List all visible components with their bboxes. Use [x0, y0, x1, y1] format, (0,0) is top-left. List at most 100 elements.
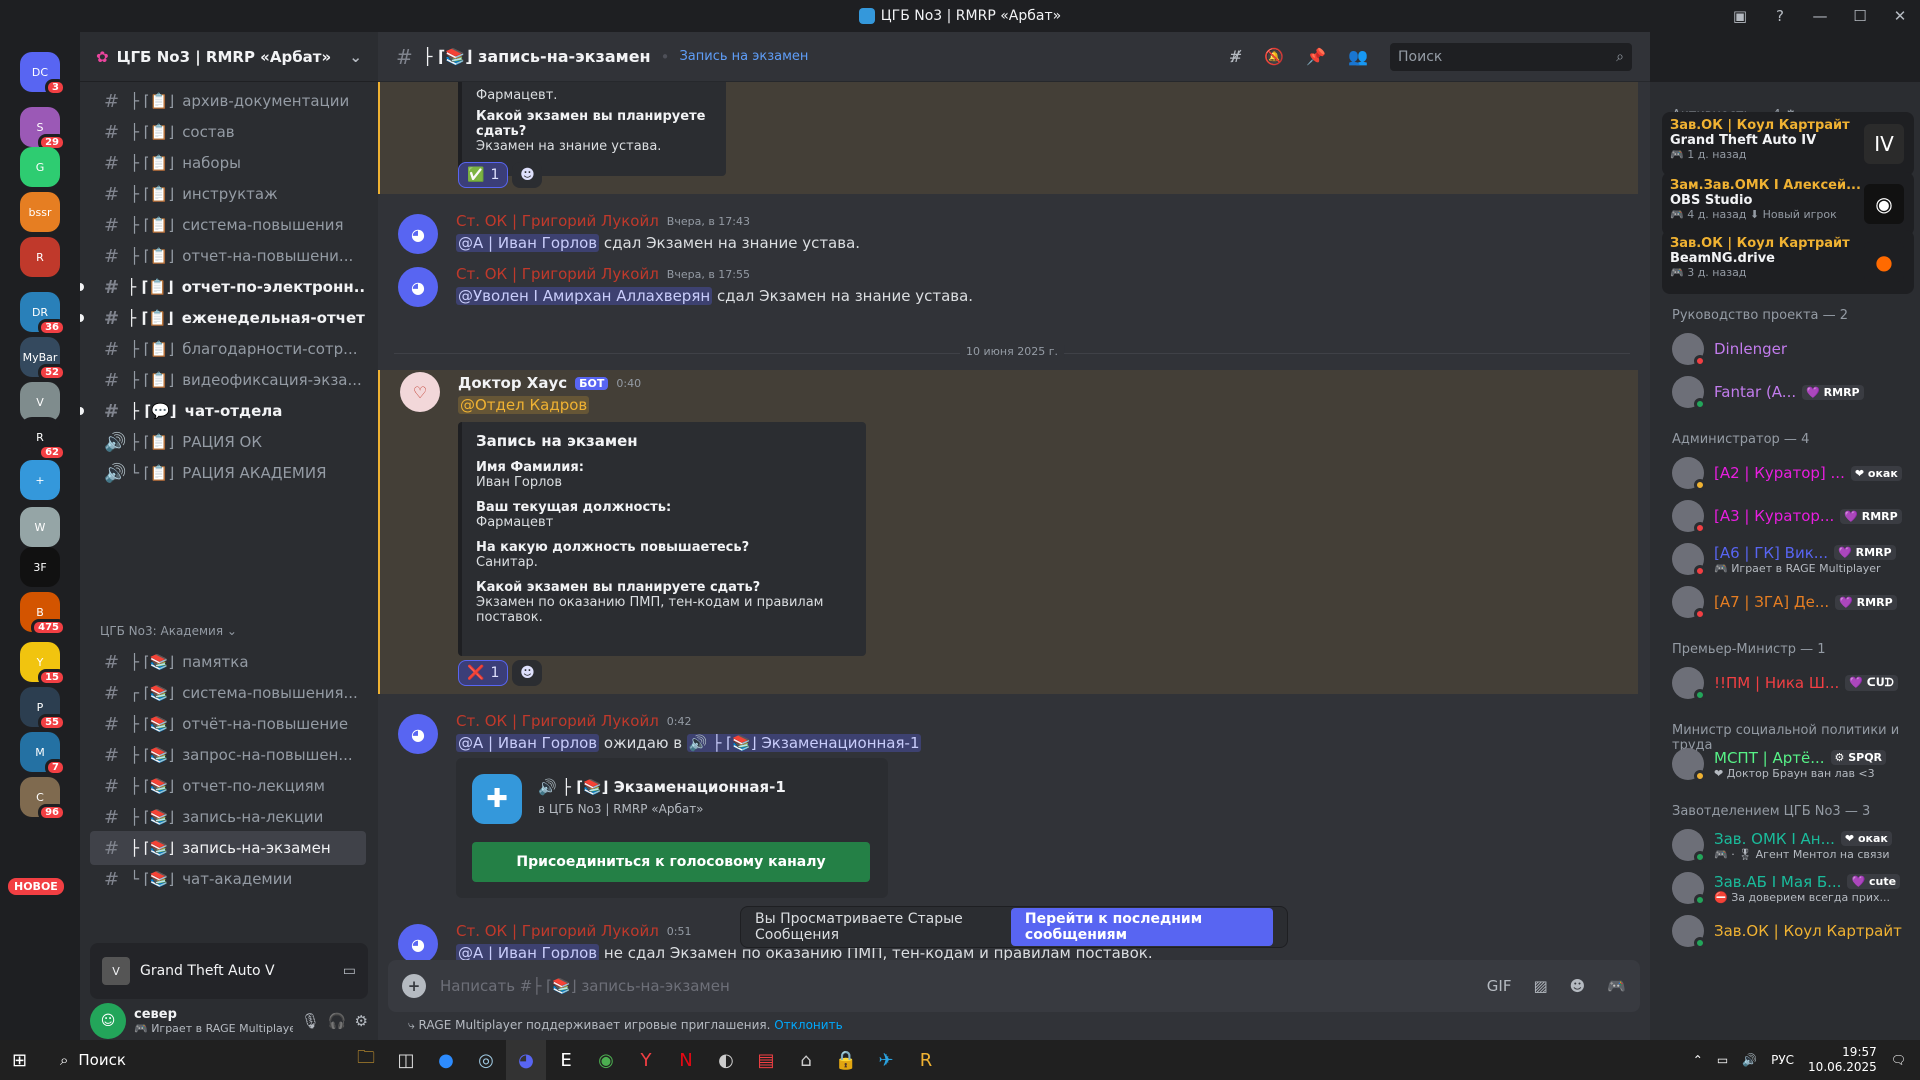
- channel-item[interactable]: # ├ ⌈📚⌋ отчет-по-лекциям: [90, 769, 366, 803]
- add-reaction-button[interactable]: ☻: [512, 660, 543, 686]
- threads-icon[interactable]: #̸: [1229, 47, 1242, 66]
- telegram-icon[interactable]: ✈: [866, 1040, 906, 1080]
- volume-icon[interactable]: 🔊: [1742, 1053, 1757, 1067]
- stream-icon[interactable]: ▭: [343, 963, 356, 979]
- discord-avatar[interactable]: ◕: [398, 214, 438, 254]
- message-author[interactable]: Ст. ОК | Григорий Лукойл: [456, 712, 659, 730]
- channel-item[interactable]: # ├ ⌈📋⌋ видеофиксация-экза...: [90, 363, 366, 397]
- discord-icon[interactable]: ◕: [506, 1040, 546, 1080]
- member-item[interactable]: Зав.АБ I Мая Б... 💜 cute ⛔ За доверием все…: [1672, 867, 1916, 909]
- new-badge[interactable]: НОВОЕ: [8, 878, 64, 895]
- add-attachment-icon[interactable]: +: [402, 974, 426, 998]
- channel-item[interactable]: # ├ ⌈💬⌋ чат-отдела: [90, 394, 366, 428]
- gif-icon[interactable]: GIF: [1487, 977, 1512, 995]
- notifications-icon[interactable]: 🔕: [1264, 47, 1284, 66]
- server-icon[interactable]: V: [20, 382, 60, 422]
- member-item[interactable]: Fantar (A... 💜 RMRP: [1672, 371, 1916, 413]
- steam-icon[interactable]: ◎: [466, 1040, 506, 1080]
- channel-item[interactable]: # ├ ⌈📋⌋ инструктаж: [90, 177, 366, 211]
- user-info[interactable]: север 🎮 Играет в RAGE Multiplayer: [134, 1007, 293, 1035]
- member-item[interactable]: [A2 | Куратор] ... ❤ окак: [1672, 452, 1916, 494]
- server-icon[interactable]: M7: [20, 732, 66, 776]
- channel-item[interactable]: # ├ ⌈📋⌋ благодарности-сотр...: [90, 332, 366, 366]
- channel-topic[interactable]: Запись на экзамен: [679, 49, 808, 64]
- channel-item[interactable]: # ├ ⌈📋⌋ система-повышения: [90, 208, 366, 242]
- member-item[interactable]: [A7 | ЗГА] Де... 💜 RMRP: [1672, 581, 1916, 623]
- user-mention[interactable]: @Уволен I Амирхан Аллахверян: [456, 287, 713, 305]
- member-item[interactable]: Зав.ОК | Коул Картрайт: [1672, 910, 1916, 952]
- emoji-icon[interactable]: ☻: [1570, 977, 1586, 995]
- taskbar-search[interactable]: ⌕ Поиск: [48, 1044, 338, 1076]
- server-icon[interactable]: +: [20, 460, 60, 500]
- category-academy[interactable]: ЦГБ No3: Академия ⌄: [100, 624, 237, 638]
- chevron-up-icon[interactable]: ⌃: [1693, 1053, 1703, 1067]
- zoom-icon[interactable]: ●: [426, 1040, 466, 1080]
- member-item[interactable]: МСПТ | Артё... ⚙ SPQR ❤ Доктор Браун ван л…: [1672, 743, 1916, 785]
- server-icon[interactable]: DC 3: [20, 52, 66, 96]
- epic-icon[interactable]: E: [546, 1040, 586, 1080]
- user-mention[interactable]: @А | Иван Горлов: [456, 234, 600, 252]
- dismiss-link[interactable]: Отклонить: [774, 1018, 842, 1032]
- channel-item[interactable]: # ├ ⌈📋⌋ наборы: [90, 146, 366, 180]
- server-icon[interactable]: DR 36: [20, 292, 66, 336]
- server-icon[interactable]: B 475: [20, 592, 66, 636]
- server-icon[interactable]: R: [20, 237, 60, 277]
- channel-item[interactable]: # ├ ⌈📚⌋ запись-на-лекции: [90, 800, 366, 834]
- clock[interactable]: 19:57 10.06.2025: [1808, 1045, 1877, 1075]
- settings-gear-icon[interactable]: ⚙: [355, 1012, 368, 1030]
- message-author[interactable]: Ст. ОК | Григорий Лукойл: [456, 265, 659, 283]
- notifications-icon[interactable]: 🗨: [1891, 1053, 1906, 1067]
- member-item[interactable]: Зав. ОМК I Ан... ❤ окак 🎮 · 🎖 Агент Ментол…: [1672, 824, 1916, 866]
- channel-item[interactable]: # ├ ⌈📋⌋ состав: [90, 115, 366, 149]
- member-item[interactable]: [A6 | ГК] Вик... 💜 RMRP 🎮 Играет в RAGE Mu…: [1672, 538, 1916, 580]
- activities-icon[interactable]: 🎮: [1607, 977, 1626, 995]
- windows-start-icon[interactable]: ⊞: [12, 1050, 27, 1071]
- user-avatar[interactable]: ☺: [90, 1003, 126, 1039]
- activity-card[interactable]: Зав.ОК | Коул Картрайт Grand Theft Auto I…: [1662, 112, 1914, 176]
- member-item[interactable]: !!ПМ | Ника Ш... 💜 ᑕᑌᗪ: [1672, 662, 1916, 704]
- headphones-icon[interactable]: 🎧: [328, 1012, 347, 1030]
- help-icon[interactable]: ?: [1760, 7, 1800, 25]
- server-icon[interactable]: MyBar 52: [20, 337, 66, 381]
- screen-icon[interactable]: ▤: [746, 1040, 786, 1080]
- message-composer[interactable]: + Написать #├ ⌈📚⌋ запись-на-экзамен GIF …: [388, 960, 1640, 1012]
- now-playing-card[interactable]: V Grand Theft Auto V ▭: [90, 943, 368, 999]
- server-icon[interactable]: 3F: [20, 547, 60, 587]
- server-icon[interactable]: P 55: [20, 687, 66, 731]
- chrome-icon[interactable]: ◉: [586, 1040, 626, 1080]
- server-icon[interactable]: bssr: [20, 192, 60, 232]
- reaction-check[interactable]: ✅ 1: [458, 162, 509, 188]
- explorer-icon[interactable]: 🗀: [346, 1040, 386, 1080]
- channel-item[interactable]: # ├ ⌈📋⌋ отчет-по-электронн...: [90, 270, 366, 304]
- channel-item[interactable]: # ├ ⌈📋⌋ отчет-на-повышени...: [90, 239, 366, 273]
- member-item[interactable]: Dinlenger: [1672, 328, 1916, 370]
- activity-card[interactable]: Зам.Зав.ОМК I Алексей... OBS Studio 🎮 4 д.…: [1662, 172, 1914, 236]
- server-icon[interactable]: R 62: [20, 417, 66, 461]
- channel-item[interactable]: # ├ ⌈📚⌋ запрос-на-повышен...: [90, 738, 366, 772]
- search-input[interactable]: Поиск ⌕: [1390, 42, 1632, 71]
- sticker-icon[interactable]: ▨: [1533, 977, 1547, 995]
- channel-item[interactable]: # ├ ⌈📋⌋ еженедельная-отчет...: [90, 301, 366, 335]
- server-icon[interactable]: C 96: [20, 777, 66, 821]
- channel-item[interactable]: # ├ ⌈📚⌋ отчёт-на-повышение: [90, 707, 366, 741]
- discord-avatar[interactable]: ◕: [398, 924, 438, 964]
- voice-channel-mention[interactable]: 🔊 ├ ⌈📚⌋ Экзаменационная-1: [686, 734, 922, 752]
- jump-to-present-button[interactable]: Перейти к последним сообщениям: [1010, 908, 1273, 946]
- member-item[interactable]: [A3 | Куратор... 💜 RMRP: [1672, 495, 1916, 537]
- mouse-icon[interactable]: ⌂: [786, 1040, 826, 1080]
- netflix-icon[interactable]: N: [666, 1040, 706, 1080]
- channel-item[interactable]: # └ ⌈📚⌋ чат-академии: [90, 862, 366, 896]
- maximize-icon[interactable]: ☐: [1840, 7, 1880, 25]
- guild-header[interactable]: ✿ ЦГБ No3 | RMRP «Арбат» ⌄: [80, 32, 378, 82]
- server-icon[interactable]: G: [20, 147, 60, 187]
- channel-item[interactable]: 🔊 ├ ⌈📋⌋ РАЦИЯ ОК: [90, 425, 366, 459]
- discord-avatar[interactable]: ◕: [398, 267, 438, 307]
- pin-icon[interactable]: 📌: [1306, 47, 1326, 66]
- message-author[interactable]: Доктор Хаус: [458, 374, 567, 392]
- activity-card[interactable]: Зав.ОК | Коул Картрайт BeamNG.drive 🎮 3 д.…: [1662, 230, 1914, 294]
- rage-icon[interactable]: R: [906, 1040, 946, 1080]
- obs-icon[interactable]: ◐: [706, 1040, 746, 1080]
- app-icon[interactable]: ◫: [386, 1040, 426, 1080]
- yandex-icon[interactable]: Y: [626, 1040, 666, 1080]
- role-mention[interactable]: @Отдел Кадров: [458, 396, 590, 414]
